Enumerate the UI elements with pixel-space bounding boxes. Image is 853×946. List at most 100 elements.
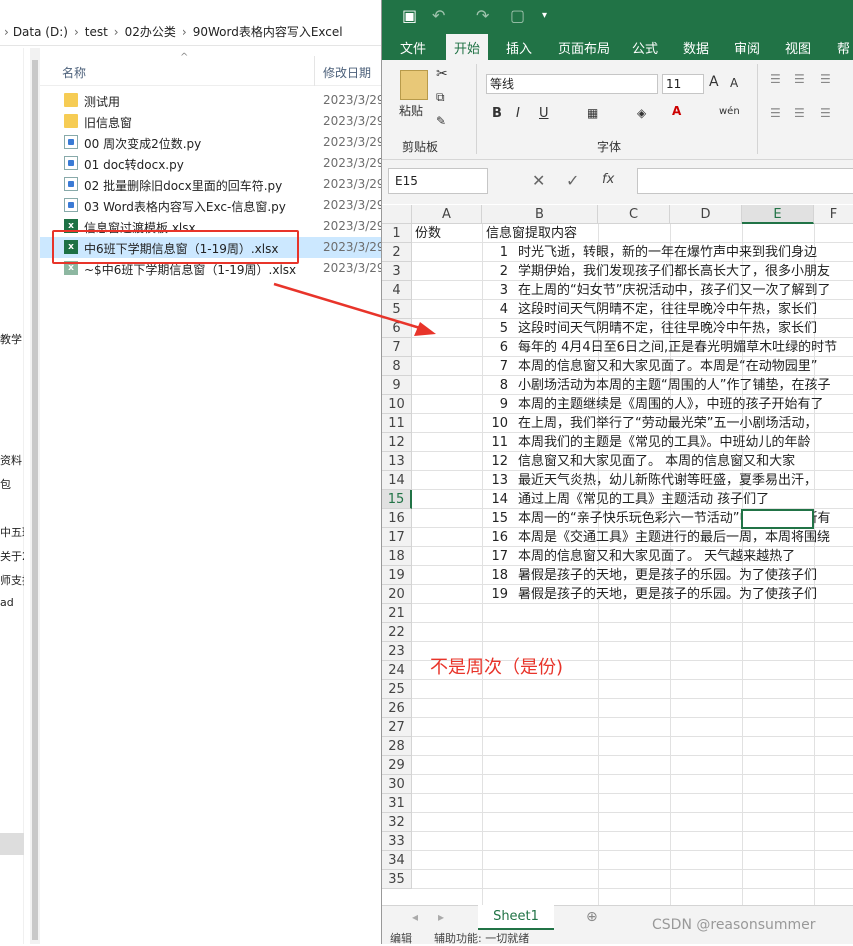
- cell-text[interactable]: 每年的 4月4日至6日之间,正是春光明媚草木吐绿的时节: [518, 338, 853, 357]
- cell-number[interactable]: 14: [412, 490, 511, 509]
- row-header[interactable]: 15: [382, 490, 412, 509]
- nav-item[interactable]: 包: [0, 476, 24, 492]
- cell-text[interactable]: 时光飞逝，转眼，新的一年在爆竹声中来到我们身边: [518, 243, 853, 262]
- align-top-icon[interactable]: ☰: [770, 72, 781, 86]
- cell-text[interactable]: 信息窗又和大家见面了。 本周的信息窗又和大家: [518, 452, 853, 471]
- cell-number[interactable]: 4: [412, 300, 511, 319]
- redo-icon[interactable]: ↷: [476, 6, 489, 25]
- row-header[interactable]: 7: [382, 338, 412, 357]
- nav-item[interactable]: ad: [0, 596, 24, 609]
- paste-icon[interactable]: [400, 70, 428, 100]
- customize-toolbar-icon[interactable]: ▾: [542, 10, 547, 21]
- nav-scrollbar[interactable]: [30, 48, 40, 944]
- bold-button[interactable]: B: [492, 106, 502, 121]
- file-row[interactable]: 02 批量删除旧docx里面的回车符.py 2023/3/29: [40, 174, 383, 195]
- column-date-header[interactable]: 修改日期: [323, 64, 371, 81]
- row-header[interactable]: 34: [382, 851, 412, 870]
- row-header[interactable]: 12: [382, 433, 412, 452]
- column-name-header[interactable]: 名称: [62, 64, 86, 81]
- row-header[interactable]: 30: [382, 775, 412, 794]
- cell-text[interactable]: 通过上周《常见的工具》主题活动 孩子们了: [518, 490, 853, 509]
- cell-number[interactable]: 11: [412, 433, 511, 452]
- file-row[interactable]: 旧信息窗 2023/3/29: [40, 111, 383, 132]
- undo-icon[interactable]: ↶: [432, 6, 445, 25]
- cell-number[interactable]: 6: [412, 338, 511, 357]
- align-middle-icon[interactable]: ☰: [794, 72, 805, 86]
- row-header[interactable]: 26: [382, 699, 412, 718]
- cell-number[interactable]: 13: [412, 471, 511, 490]
- row-header[interactable]: 11: [382, 414, 412, 433]
- italic-button[interactable]: I: [516, 106, 520, 121]
- cell-text[interactable]: 最近天气炎热，幼儿新陈代谢等旺盛，夏季易出汗，: [518, 471, 853, 490]
- column-header[interactable]: C: [598, 205, 670, 224]
- phonetic-icon[interactable]: wén: [719, 106, 740, 117]
- cell-number[interactable]: 1: [412, 243, 511, 262]
- cell-text[interactable]: 本周是《交通工具》主题进行的最后一周，本周将围绕: [518, 528, 853, 547]
- paste-label[interactable]: 粘贴: [399, 102, 423, 119]
- align-center-icon[interactable]: ☰: [794, 106, 805, 120]
- file-row[interactable]: 01 doc转docx.py 2023/3/29: [40, 153, 383, 174]
- cell-number[interactable]: 19: [412, 585, 511, 604]
- select-all-corner[interactable]: [382, 205, 412, 224]
- cell-number[interactable]: 12: [412, 452, 511, 471]
- cell-text[interactable]: 暑假是孩子的天地，更是孩子的乐园。为了使孩子们: [518, 566, 853, 585]
- tab-file[interactable]: 文件: [400, 38, 426, 57]
- formula-input[interactable]: [637, 168, 853, 194]
- font-color-icon[interactable]: A: [672, 104, 681, 118]
- column-header[interactable]: A: [412, 205, 482, 224]
- file-row[interactable]: 00 周次变成2位数.py 2023/3/29: [40, 132, 383, 153]
- tab-home[interactable]: 开始: [446, 34, 489, 60]
- row-header[interactable]: 19: [382, 566, 412, 585]
- file-row[interactable]: 测试用 2023/3/29: [40, 90, 383, 111]
- tab-formulas[interactable]: 公式: [632, 38, 658, 57]
- cell-text[interactable]: 本周的主题继续是《周围的人》，中班的孩子开始有了: [518, 395, 853, 414]
- borders-icon[interactable]: ▦: [587, 106, 598, 120]
- sheet-tab[interactable]: Sheet1: [478, 905, 554, 930]
- copy-icon[interactable]: ⧉: [436, 90, 445, 105]
- row-header[interactable]: 27: [382, 718, 412, 737]
- cell-number[interactable]: 5: [412, 319, 511, 338]
- row-header[interactable]: 17: [382, 528, 412, 547]
- address-bar[interactable]: › Data (D:) › test › 02办公类 › 90Word表格内容写…: [0, 18, 383, 46]
- add-sheet-icon[interactable]: ⊕: [586, 909, 598, 925]
- row-header[interactable]: 31: [382, 794, 412, 813]
- align-left-icon[interactable]: ☰: [770, 106, 781, 120]
- scrollbar-thumb[interactable]: [32, 60, 38, 940]
- spreadsheet-grid[interactable]: A B C D E F 1 2 3 4 5 6 7 8 9 10 11 12 13 14 15 16 17 18 1…: [382, 205, 853, 905]
- cell-number[interactable]: 16: [412, 528, 511, 547]
- font-name-select[interactable]: 等线: [486, 74, 658, 94]
- breadcrumb-test[interactable]: test: [85, 25, 108, 39]
- column-header[interactable]: F: [814, 205, 853, 224]
- cell-text[interactable]: 在上周的“妇女节”庆祝活动中，孩子们又一次了解到了: [518, 281, 853, 300]
- row-header[interactable]: 8: [382, 357, 412, 376]
- cell-text[interactable]: 本周的信息窗又和大家见面了。 天气越来越热了: [518, 547, 853, 566]
- row-header[interactable]: 16: [382, 509, 412, 528]
- cell-number[interactable]: 2: [412, 262, 511, 281]
- column-header-active[interactable]: E: [742, 205, 814, 224]
- row-header[interactable]: 32: [382, 813, 412, 832]
- decrease-font-icon[interactable]: A: [730, 76, 738, 90]
- fill-color-icon[interactable]: ◈: [637, 106, 646, 120]
- cell-text[interactable]: 在上周，我们举行了“劳动最光荣”五一小剧场活动，: [518, 414, 853, 433]
- underline-button[interactable]: U: [539, 106, 549, 121]
- row-header[interactable]: 23: [382, 642, 412, 661]
- column-divider[interactable]: [314, 56, 315, 86]
- prev-sheet-icon[interactable]: ◂: [412, 910, 418, 924]
- row-header[interactable]: 18: [382, 547, 412, 566]
- column-header[interactable]: B: [482, 205, 598, 224]
- cut-icon[interactable]: ✂: [436, 66, 448, 82]
- file-row[interactable]: 03 Word表格内容写入Exc-信息窗.py 2023/3/29: [40, 195, 383, 216]
- row-header[interactable]: 10: [382, 395, 412, 414]
- enter-icon[interactable]: ✓: [566, 171, 579, 190]
- cell-text[interactable]: 小剧场活动为本周的主题“周围的人”作了铺垫，在孩子: [518, 376, 853, 395]
- breadcrumb-drive[interactable]: Data (D:): [13, 25, 68, 39]
- print-preview-icon[interactable]: ▢: [510, 6, 525, 25]
- row-header[interactable]: 1: [382, 224, 412, 243]
- breadcrumb-office[interactable]: 02办公类: [125, 23, 176, 40]
- name-box[interactable]: E15: [388, 168, 488, 194]
- row-header[interactable]: 13: [382, 452, 412, 471]
- nav-item[interactable]: 教学: [0, 331, 24, 347]
- breadcrumb-current[interactable]: 90Word表格内容写入Excel: [193, 23, 343, 40]
- cell-b1[interactable]: 信息窗提取内容: [486, 224, 577, 243]
- cell-number[interactable]: 10: [412, 414, 511, 433]
